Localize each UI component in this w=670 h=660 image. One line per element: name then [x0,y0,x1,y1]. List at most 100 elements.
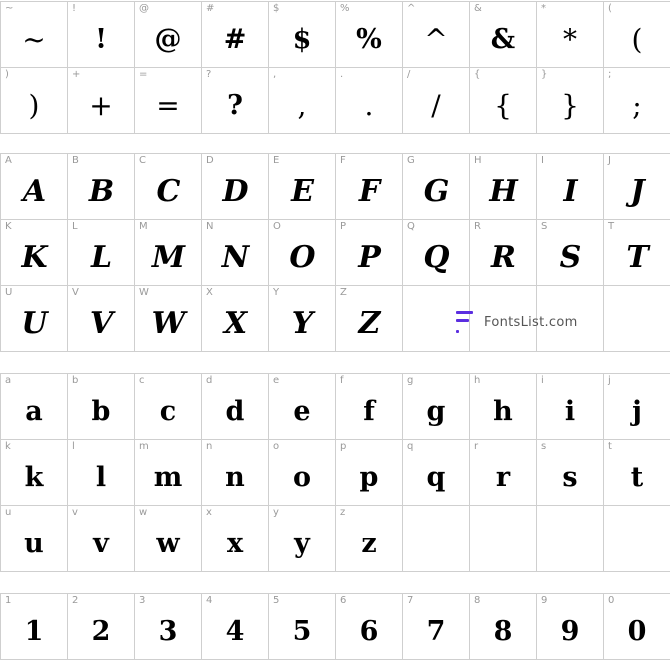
symbols-cell: @ @ [135,2,202,68]
uppercase-cell: CC [135,154,202,220]
glyph-preview: w [156,528,180,559]
uppercase-cell: UU [1,286,68,352]
uppercase-cell: KK [1,220,68,286]
digits-cell: 66 [336,594,403,660]
lowercase-cell: dd [202,374,269,440]
glyph-preview: d [225,396,245,427]
glyph-preview: , [297,88,307,122]
uppercase-cell: II [537,154,604,220]
uppercase-cell: VV [68,286,135,352]
glyph-preview: ~ [22,22,46,56]
glyph-preview: 5 [292,616,312,647]
glyph-preview: 3 [158,616,178,647]
glyph-preview: W [151,305,186,341]
uppercase-cell: SS [537,220,604,286]
glyph-preview: Q [423,239,449,275]
uppercase-cell: NN [202,220,269,286]
glyph-preview: X [223,305,247,341]
uppercase-cell: QQ [403,220,470,286]
symbols-cell: = = [135,68,202,134]
lowercase-cell: cc [135,374,202,440]
symbols-cell: !! [68,2,135,68]
symbols-cell: )) [1,68,68,134]
glyph-preview: y [294,528,310,559]
glyph-preview: i [564,396,576,427]
fontslist-logo-icon [452,309,474,335]
uppercase-cell: GG [403,154,470,220]
glyph-preview: + [89,88,113,122]
glyph-preview: 2 [91,616,111,647]
lowercase-cell: nn [202,440,269,506]
lowercase-cell: qq [403,440,470,506]
lowercase-cell: tt [604,440,670,506]
lowercase-cell: oo [269,440,336,506]
lowercase-cell: mm [135,440,202,506]
glyph-preview: t [630,462,644,493]
glyph-preview: b [91,396,111,427]
digits-cell: 88 [470,594,537,660]
glyph-preview: 1 [24,616,44,647]
glyph-preview: D [222,173,248,209]
uppercase-cell: BB [68,154,135,220]
lowercase-cell: zz [336,506,403,572]
glyph-preview: 0 [627,616,647,647]
glyph-preview: T [626,239,648,275]
glyph-preview: J [630,173,644,209]
glyph-preview: l [95,462,107,493]
glyph-preview: n [225,462,245,493]
lowercase-cell: ww [135,506,202,572]
lowercase-cell: ii [537,374,604,440]
symbols-cell: }} [537,68,604,134]
lowercase-cell: rr [470,440,537,506]
empty-cell [470,506,537,572]
glyph-preview: ; [632,88,642,122]
lowercase-cell: xx [202,506,269,572]
glyph-preview: C [156,173,181,209]
glyph-preview: u [24,528,44,559]
uppercase-cell: AA [1,154,68,220]
glyph-preview: o [292,462,311,493]
glyph-preview: q [426,462,446,493]
glyph-preview: S [559,239,582,275]
empty-cell [403,506,470,572]
glyph-preview: % [356,24,382,55]
glyph-preview: 6 [359,616,379,647]
lowercase-cell: pp [336,440,403,506]
symbols-cell: * * [537,2,604,68]
glyph-preview: H [489,173,517,209]
glyph-preview: 8 [493,616,513,647]
glyph-preview: E [291,173,314,209]
glyph-preview: / [431,88,441,122]
digits-cell: 22 [68,594,135,660]
lowercase-cell: kk [1,440,68,506]
lowercase-cell: jj [604,374,670,440]
digits-cell: 99 [537,594,604,660]
digits-cell: 11 [1,594,68,660]
glyph-preview: a [25,396,43,427]
uppercase-cell: XX [202,286,269,352]
glyph-preview: z [361,528,377,559]
uppercase-cell: FF [336,154,403,220]
uppercase-cell: LL [68,220,135,286]
lowercase-grid: aabbccddeeffgghhiijj kkllmmnnooppqqrrsstt… [0,373,670,572]
symbols-cell: (( [604,2,670,68]
symbols-cell: # # [202,2,269,68]
glyph-preview: f [363,396,375,427]
watermark-text: FontsList.com [484,314,578,330]
lowercase-cell: aa [1,374,68,440]
glyph-preview: p [359,462,379,493]
glyph-preview: . [364,88,374,122]
digits-cell: 33 [135,594,202,660]
symbols-cell: + + [68,68,135,134]
glyph-preview: k [24,462,44,493]
glyph-preview: Y [291,305,313,341]
uppercase-cell: MM [135,220,202,286]
glyph-preview: ^ [424,22,448,56]
symbols-cell: ,, [269,68,336,134]
glyph-preview: G [423,173,450,209]
glyph-preview: g [426,396,446,427]
glyph-preview: h [493,396,513,427]
glyph-preview: e [293,396,311,427]
symbols-cell: ;; [604,68,670,134]
symbols-cell: $ $ [269,2,336,68]
